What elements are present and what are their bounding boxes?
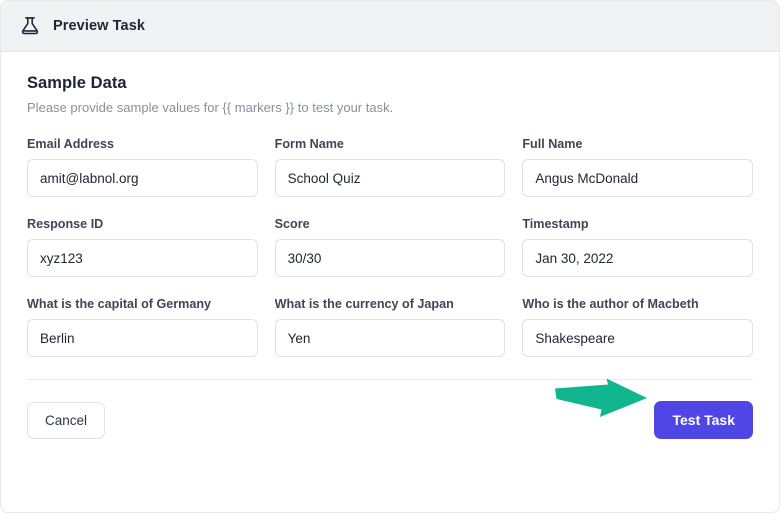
field-label: What is the capital of Germany xyxy=(27,297,212,311)
arrow-right-annotation-icon xyxy=(553,378,649,422)
score-input[interactable] xyxy=(274,239,506,277)
field-label: Email Address xyxy=(27,137,115,151)
window-titlebar: Preview Task xyxy=(1,1,779,52)
preview-task-window: Preview Task Sample Data Please provide … xyxy=(0,0,780,513)
field-question-macbeth: Who is the author of Macbeth xyxy=(522,297,753,357)
sample-data-grid: Email Address Form Name Full Name Respon… xyxy=(27,137,753,377)
field-question-germany: What is the capital of Germany xyxy=(27,297,258,357)
field-label: What is the currency of Japan xyxy=(274,297,454,311)
field-label: Who is the author of Macbeth xyxy=(522,297,699,311)
field-form-name: Form Name xyxy=(274,137,506,197)
cancel-button[interactable]: Cancel xyxy=(27,401,106,439)
window-title: Preview Task xyxy=(53,18,146,34)
field-label: Full Name xyxy=(522,137,583,151)
page-title: Sample Data xyxy=(27,74,127,92)
field-response-id: Response ID xyxy=(27,217,258,277)
response-id-input[interactable] xyxy=(27,239,258,277)
test-task-button[interactable]: Test Task xyxy=(654,401,753,439)
page-description: Please provide sample values for {{ mark… xyxy=(27,100,394,115)
email-address-input[interactable] xyxy=(27,159,258,197)
question-japan-input[interactable] xyxy=(274,319,506,357)
dialog-footer: Cancel Test Task xyxy=(1,378,779,439)
field-label: Score xyxy=(274,217,310,231)
field-label: Form Name xyxy=(274,137,344,151)
question-germany-input[interactable] xyxy=(27,319,258,357)
full-name-input[interactable] xyxy=(522,159,753,197)
field-email-address: Email Address xyxy=(27,137,258,197)
field-timestamp: Timestamp xyxy=(522,217,753,277)
field-label: Timestamp xyxy=(522,217,589,231)
flask-icon xyxy=(19,15,41,37)
form-name-input[interactable] xyxy=(274,159,506,197)
field-question-japan: What is the currency of Japan xyxy=(274,297,506,357)
field-label: Response ID xyxy=(27,217,104,231)
question-macbeth-input[interactable] xyxy=(522,319,753,357)
field-full-name: Full Name xyxy=(522,137,753,197)
field-score: Score xyxy=(274,217,506,277)
form-content: Sample Data Please provide sample values… xyxy=(1,52,779,377)
timestamp-input[interactable] xyxy=(522,239,753,277)
